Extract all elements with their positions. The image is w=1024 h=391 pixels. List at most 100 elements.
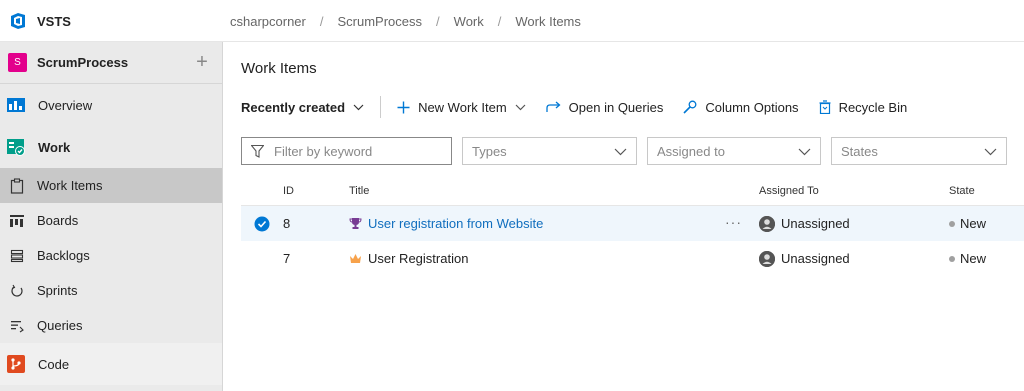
state-value: New [960, 216, 987, 231]
project-avatar: S [8, 53, 27, 72]
sidebar-item-queries[interactable]: Queries [0, 308, 222, 343]
sidebar-item-label: Backlogs [37, 248, 90, 263]
states-dropdown[interactable]: States [831, 137, 1007, 165]
sidebar-item-label: Work Items [37, 178, 103, 193]
chevron-down-icon [515, 104, 526, 111]
breadcrumb-separator: / [436, 13, 440, 29]
recycle-bin-button[interactable]: Recycle Bin [819, 99, 908, 115]
table-row[interactable]: 8 User registration from Website ··· Una… [241, 206, 1024, 241]
work-icon [6, 137, 26, 157]
column-header-assigned-to[interactable]: Assigned To [759, 185, 949, 197]
work-item-title-link[interactable]: User Registration [368, 251, 468, 266]
column-options-button[interactable]: Column Options [683, 99, 799, 115]
sidebar-item-overview[interactable]: Overview [0, 84, 222, 126]
state-value: New [960, 251, 987, 266]
sidebar-item-label: Code [38, 356, 70, 372]
add-icon[interactable]: + [182, 51, 222, 74]
toolbar: Recently created New Work Item Open in Q… [241, 96, 927, 118]
assigned-to-dropdown[interactable]: Assigned to [647, 137, 821, 165]
breadcrumb: csharpcorner / ScrumProcess / Work / Wor… [230, 0, 581, 42]
recycle-bin-label: Recycle Bin [838, 99, 908, 115]
assigned-to-value: Unassigned [781, 216, 850, 231]
state-dot-icon [949, 220, 955, 227]
more-actions-icon[interactable]: ··· [725, 214, 742, 230]
work-item-title-link[interactable]: User registration from Website [368, 216, 543, 231]
sidebar-item-work[interactable]: Work [0, 126, 222, 168]
check-circle-icon [254, 216, 270, 231]
code-icon [6, 354, 26, 374]
crown-icon [349, 253, 362, 264]
breadcrumb-separator: / [497, 13, 502, 29]
new-work-item-label: New Work Item [418, 99, 507, 115]
sidebar-item-label: Sprints [37, 283, 78, 298]
assigned-to-value: Unassigned [781, 251, 850, 266]
open-in-queries-button[interactable]: Open in Queries [546, 99, 664, 115]
column-header-id[interactable]: ID [283, 185, 349, 197]
sidebar: S ScrumProcess + Overview Work Work Item… [0, 42, 223, 391]
row-assigned-cell: Unassigned [759, 215, 949, 232]
grid-header: ID Title Assigned To State [241, 176, 1024, 206]
table-row[interactable]: 7 User Registration Unassigned New [241, 241, 1024, 276]
app-name: VSTS [37, 13, 71, 29]
page-title: Work Items [241, 60, 317, 77]
chevron-down-icon [984, 144, 997, 159]
sprint-icon [9, 283, 25, 299]
row-assigned-cell: Unassigned [759, 250, 949, 267]
breadcrumb-work-items[interactable]: Work Items [515, 14, 581, 29]
keyword-filter-input[interactable]: Filter by keyword [241, 137, 452, 165]
row-id: 7 [283, 251, 291, 266]
plus-icon [397, 101, 410, 114]
sidebar-item-work-items[interactable]: Work Items [0, 168, 222, 203]
row-id: 8 [283, 216, 291, 231]
sidebar-item-code[interactable]: Code [0, 343, 222, 385]
row-state-cell: New [949, 251, 1024, 266]
trophy-icon [349, 217, 362, 230]
sidebar-item-backlogs[interactable]: Backlogs [0, 238, 222, 273]
sidebar-item-label: Queries [37, 318, 83, 333]
assigned-to-dropdown-label: Assigned to [657, 143, 725, 159]
unassigned-avatar-icon [759, 215, 775, 232]
column-header-state[interactable]: State [949, 185, 1024, 197]
unassigned-avatar-icon [759, 250, 775, 267]
row-state-cell: New [949, 216, 1024, 231]
column-options-label: Column Options [705, 99, 799, 115]
backlog-icon [9, 248, 25, 264]
toolbar-divider [380, 96, 382, 118]
top-bar: VSTS csharpcorner / ScrumProcess / Work … [0, 0, 1024, 42]
board-icon [9, 213, 25, 229]
types-dropdown[interactable]: Types [462, 137, 637, 165]
chevron-down-icon [614, 144, 627, 159]
vsts-logo-icon [9, 12, 27, 30]
project-header[interactable]: S ScrumProcess + [0, 42, 222, 84]
types-dropdown-label: Types [472, 143, 507, 159]
view-selector-label: Recently created [241, 99, 346, 115]
sidebar-item-sprints[interactable]: Sprints [0, 273, 222, 308]
state-dot-icon [949, 255, 955, 262]
clipboard-icon [9, 177, 25, 194]
wrench-icon [683, 100, 697, 114]
row-title-cell: User registration from Website [349, 216, 759, 231]
breadcrumb-project[interactable]: ScrumProcess [338, 14, 423, 29]
project-name: ScrumProcess [37, 55, 129, 70]
view-selector[interactable]: Recently created [241, 100, 364, 115]
sidebar-item-label: Overview [38, 97, 93, 113]
new-work-item-button[interactable]: New Work Item [397, 100, 526, 115]
breadcrumb-work[interactable]: Work [454, 14, 484, 29]
main-content: Work Items Recently created New Work Ite… [223, 42, 1024, 391]
sidebar-item-label: Work [38, 139, 71, 155]
breadcrumb-separator: / [319, 13, 324, 29]
work-items-grid: ID Title Assigned To State 8 User regist… [241, 176, 1024, 276]
keyword-filter-placeholder: Filter by keyword [274, 143, 373, 159]
column-header-title[interactable]: Title [349, 185, 759, 197]
query-icon [9, 318, 25, 334]
breadcrumb-org[interactable]: csharpcorner [230, 14, 306, 29]
chevron-down-icon [353, 104, 364, 111]
open-in-queries-label: Open in Queries [568, 99, 664, 115]
brand[interactable]: VSTS [0, 0, 223, 42]
row-checkbox[interactable] [241, 216, 283, 232]
states-dropdown-label: States [841, 143, 878, 159]
overview-icon [6, 95, 26, 115]
sidebar-item-boards[interactable]: Boards [0, 203, 222, 238]
redirect-arrow-icon [546, 101, 561, 113]
sidebar-item-label: Boards [37, 213, 79, 228]
